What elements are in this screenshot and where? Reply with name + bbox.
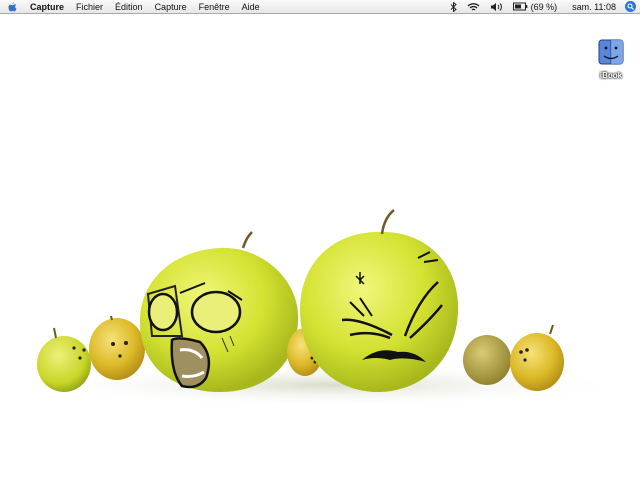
fruit-small-olive: [463, 335, 511, 385]
fruit-small-right: [510, 324, 564, 391]
menu-bar: Capture Fichier Édition Capture Fenêtre …: [0, 0, 640, 14]
wifi-icon[interactable]: [467, 2, 480, 12]
battery-percent: (69 %): [530, 1, 558, 12]
apple-screaming: [140, 231, 299, 392]
battery-status[interactable]: (69 %): [512, 0, 558, 14]
bluetooth-icon[interactable]: [450, 1, 457, 12]
finder-disk-icon: [598, 39, 624, 65]
wallpaper-angry-apples: [30, 209, 630, 407]
apple-angry: [300, 209, 459, 392]
menu-fichier[interactable]: Fichier: [70, 0, 109, 14]
menu-fenetre[interactable]: Fenêtre: [193, 0, 236, 14]
desktop: iBook: [0, 15, 640, 480]
desktop-icon-ibook[interactable]: iBook: [594, 39, 628, 80]
spotlight-icon[interactable]: [625, 1, 636, 12]
menu-aide[interactable]: Aide: [236, 0, 266, 14]
apple-icon[interactable]: [0, 1, 24, 12]
fruit-small-green: [37, 327, 91, 392]
desktop-icon-label: iBook: [599, 71, 623, 80]
fruit-small-yellow: [89, 315, 145, 380]
menu-edition[interactable]: Édition: [109, 0, 149, 14]
menu-app-capture[interactable]: Capture: [24, 0, 70, 14]
volume-icon[interactable]: [490, 2, 503, 12]
battery-icon: [512, 2, 527, 11]
menu-capture[interactable]: Capture: [149, 0, 193, 14]
clock[interactable]: sam. 11:08: [572, 0, 616, 14]
